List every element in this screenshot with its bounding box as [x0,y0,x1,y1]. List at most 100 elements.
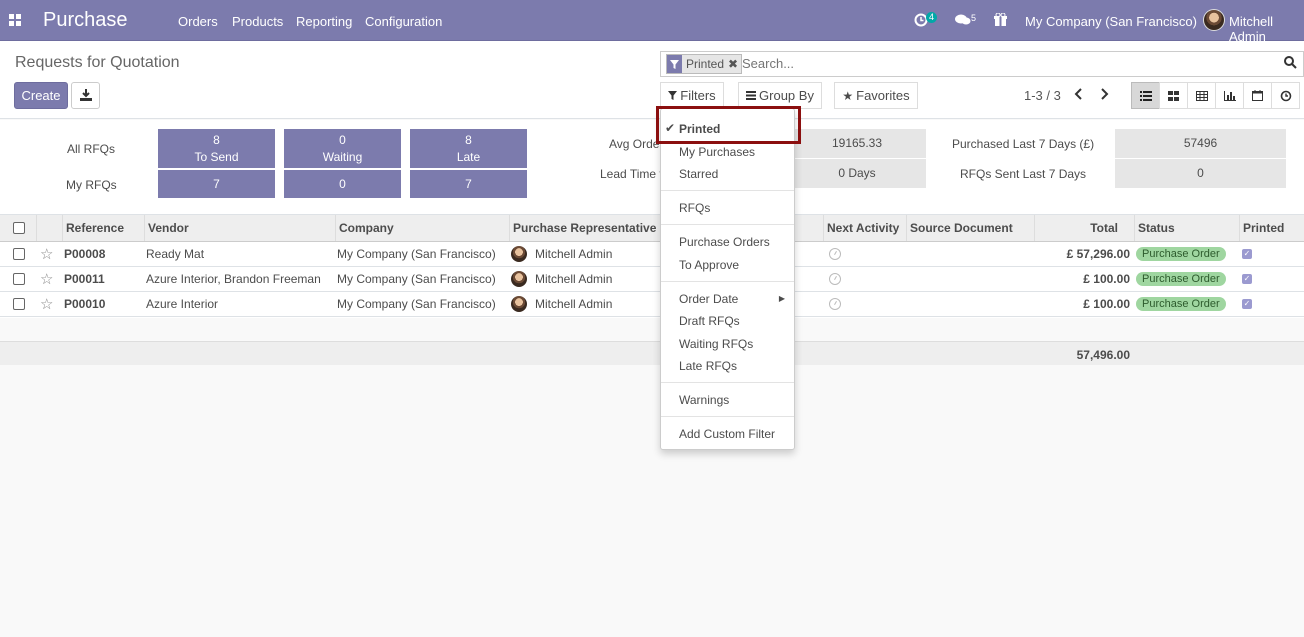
printed-checkbox: ✓ [1242,299,1252,309]
rfqs-sent-last-7-days-label: RFQs Sent Last 7 Days [960,167,1087,181]
total: £ 100.00 [1083,297,1130,311]
create-button[interactable]: Create [14,82,68,109]
row-checkbox[interactable] [13,242,25,266]
download-button[interactable] [71,82,100,109]
header-status[interactable]: Status [1134,215,1239,241]
graph-view-icon[interactable] [1215,82,1244,109]
company: My Company (San Francisco) [337,272,496,286]
header-total[interactable]: Total [1034,215,1134,241]
purchased-last-7-days-label: Purchased Last 7 Days (£) [952,137,1095,151]
messages-count-badge: 5 [971,13,977,23]
apps-menu-icon[interactable] [9,14,21,26]
pager-previous-icon[interactable] [1074,88,1084,103]
messages-icon[interactable] [955,13,971,30]
tile-late[interactable]: 8 Late [410,129,527,168]
rep-avatar [511,242,527,266]
filters-label: Filters [680,88,716,103]
header-purchase-representative[interactable]: Purchase Representative [509,215,660,241]
filter-warnings[interactable]: Warnings [679,393,729,407]
header-source-document[interactable]: Source Document [906,215,1034,241]
favorites-button[interactable]: ★ Favorites [834,82,918,109]
header-vendor[interactable]: Vendor [144,215,335,241]
highlight-box [656,106,801,144]
menu-configuration[interactable]: Configuration [365,14,442,29]
gift-icon[interactable] [994,12,1007,30]
list-view-icon[interactable] [1131,82,1160,109]
app-title[interactable]: Purchase [43,9,128,32]
sum-total: 57,496.00 [1076,348,1130,362]
tile-to-send[interactable]: 8 To Send [158,129,275,168]
reference: P00011 [64,272,105,286]
printed-checkbox: ✓ [1242,274,1252,284]
filter-waiting-rfqs[interactable]: Waiting RFQs [679,337,753,351]
menu-orders[interactable]: Orders [178,14,218,29]
facet-label: Printed [686,57,725,71]
total: £ 100.00 [1083,272,1130,286]
filter-starred[interactable]: Starred [679,167,718,181]
add-custom-filter[interactable]: Add Custom Filter [679,427,775,441]
row-checkbox[interactable] [13,267,25,291]
user-avatar[interactable] [1203,9,1225,34]
tile-count: 8 [465,133,472,147]
clock-icon[interactable] [829,242,841,266]
activity-count-badge: 4 [926,12,938,23]
tile-my-late[interactable]: 7 [410,170,527,198]
filter-rfqs[interactable]: RFQs [679,201,710,215]
search-icon[interactable] [1284,56,1297,72]
purchase-dashboard: All RFQs My RFQs 8 To Send 0 Waiting 8 L… [0,120,1304,215]
table-row[interactable]: ☆ P00010 Azure Interior My Company (San … [0,292,1304,317]
purchase-representative: Mitchell Admin [535,247,613,261]
pivot-view-icon[interactable] [1187,82,1216,109]
calendar-view-icon[interactable] [1243,82,1272,109]
menu-products[interactable]: Products [232,14,283,29]
menu-divider [661,281,794,282]
filters-dropdown: ✔ Printed My Purchases Starred RFQs Purc… [660,108,795,450]
header-reference[interactable]: Reference [62,215,144,241]
company-switcher[interactable]: My Company (San Francisco) [1025,14,1197,29]
clock-icon[interactable] [829,292,841,316]
pager-value[interactable]: 1-3 / 3 [1024,88,1061,103]
row-checkbox[interactable] [13,292,25,316]
header-printed[interactable]: Printed [1239,215,1304,241]
tile-waiting[interactable]: 0 Waiting [284,129,401,168]
groupby-button[interactable]: Group By [738,82,822,109]
search-input[interactable] [742,56,1262,71]
header-next-activity[interactable]: Next Activity [823,215,906,241]
menu-divider [661,190,794,191]
menu-reporting[interactable]: Reporting [296,14,352,29]
avg-order-value: 19165.33 [788,129,926,158]
filter-order-date[interactable]: Order Date [679,292,738,306]
filter-late-rfqs[interactable]: Late RFQs [679,359,737,373]
caret-right-icon: ▶ [778,294,785,303]
user-menu[interactable]: Mitchell Admin [1229,14,1304,44]
menu-divider [661,224,794,225]
tile-my-to-send[interactable]: 7 [158,170,275,198]
lead-time-value: 0 Days [788,159,926,188]
activity-view-icon[interactable] [1271,82,1300,109]
star-icon[interactable]: ☆ [40,267,53,291]
kanban-view-icon[interactable] [1159,82,1188,109]
remove-facet-icon[interactable]: ✖ [728,57,741,71]
purchase-representative: Mitchell Admin [535,272,613,286]
reference: P00008 [64,247,106,261]
tile-count: 8 [213,133,220,147]
pager-next-icon[interactable] [1099,88,1109,103]
star-icon: ★ [842,88,854,103]
list-icon [746,91,757,100]
filter-my-purchases[interactable]: My Purchases [679,145,755,159]
star-icon[interactable]: ☆ [40,242,53,266]
filters-button[interactable]: Filters [660,82,724,109]
select-all-checkbox[interactable] [0,215,36,241]
filter-to-approve[interactable]: To Approve [679,258,739,272]
tile-my-waiting[interactable]: 0 [284,170,401,198]
filter-draft-rfqs[interactable]: Draft RFQs [679,314,740,328]
clock-icon[interactable] [829,267,841,291]
header-company[interactable]: Company [335,215,509,241]
star-icon[interactable]: ☆ [40,292,53,316]
menu-divider [661,416,794,417]
filter-purchase-orders[interactable]: Purchase Orders [679,235,770,249]
vendor: Azure Interior, Brandon Freeman [146,272,321,286]
table-row[interactable]: ☆ P00008 Ready Mat My Company (San Franc… [0,242,1304,267]
table-row[interactable]: ☆ P00011 Azure Interior, Brandon Freeman… [0,267,1304,292]
filter-icon [667,55,682,73]
